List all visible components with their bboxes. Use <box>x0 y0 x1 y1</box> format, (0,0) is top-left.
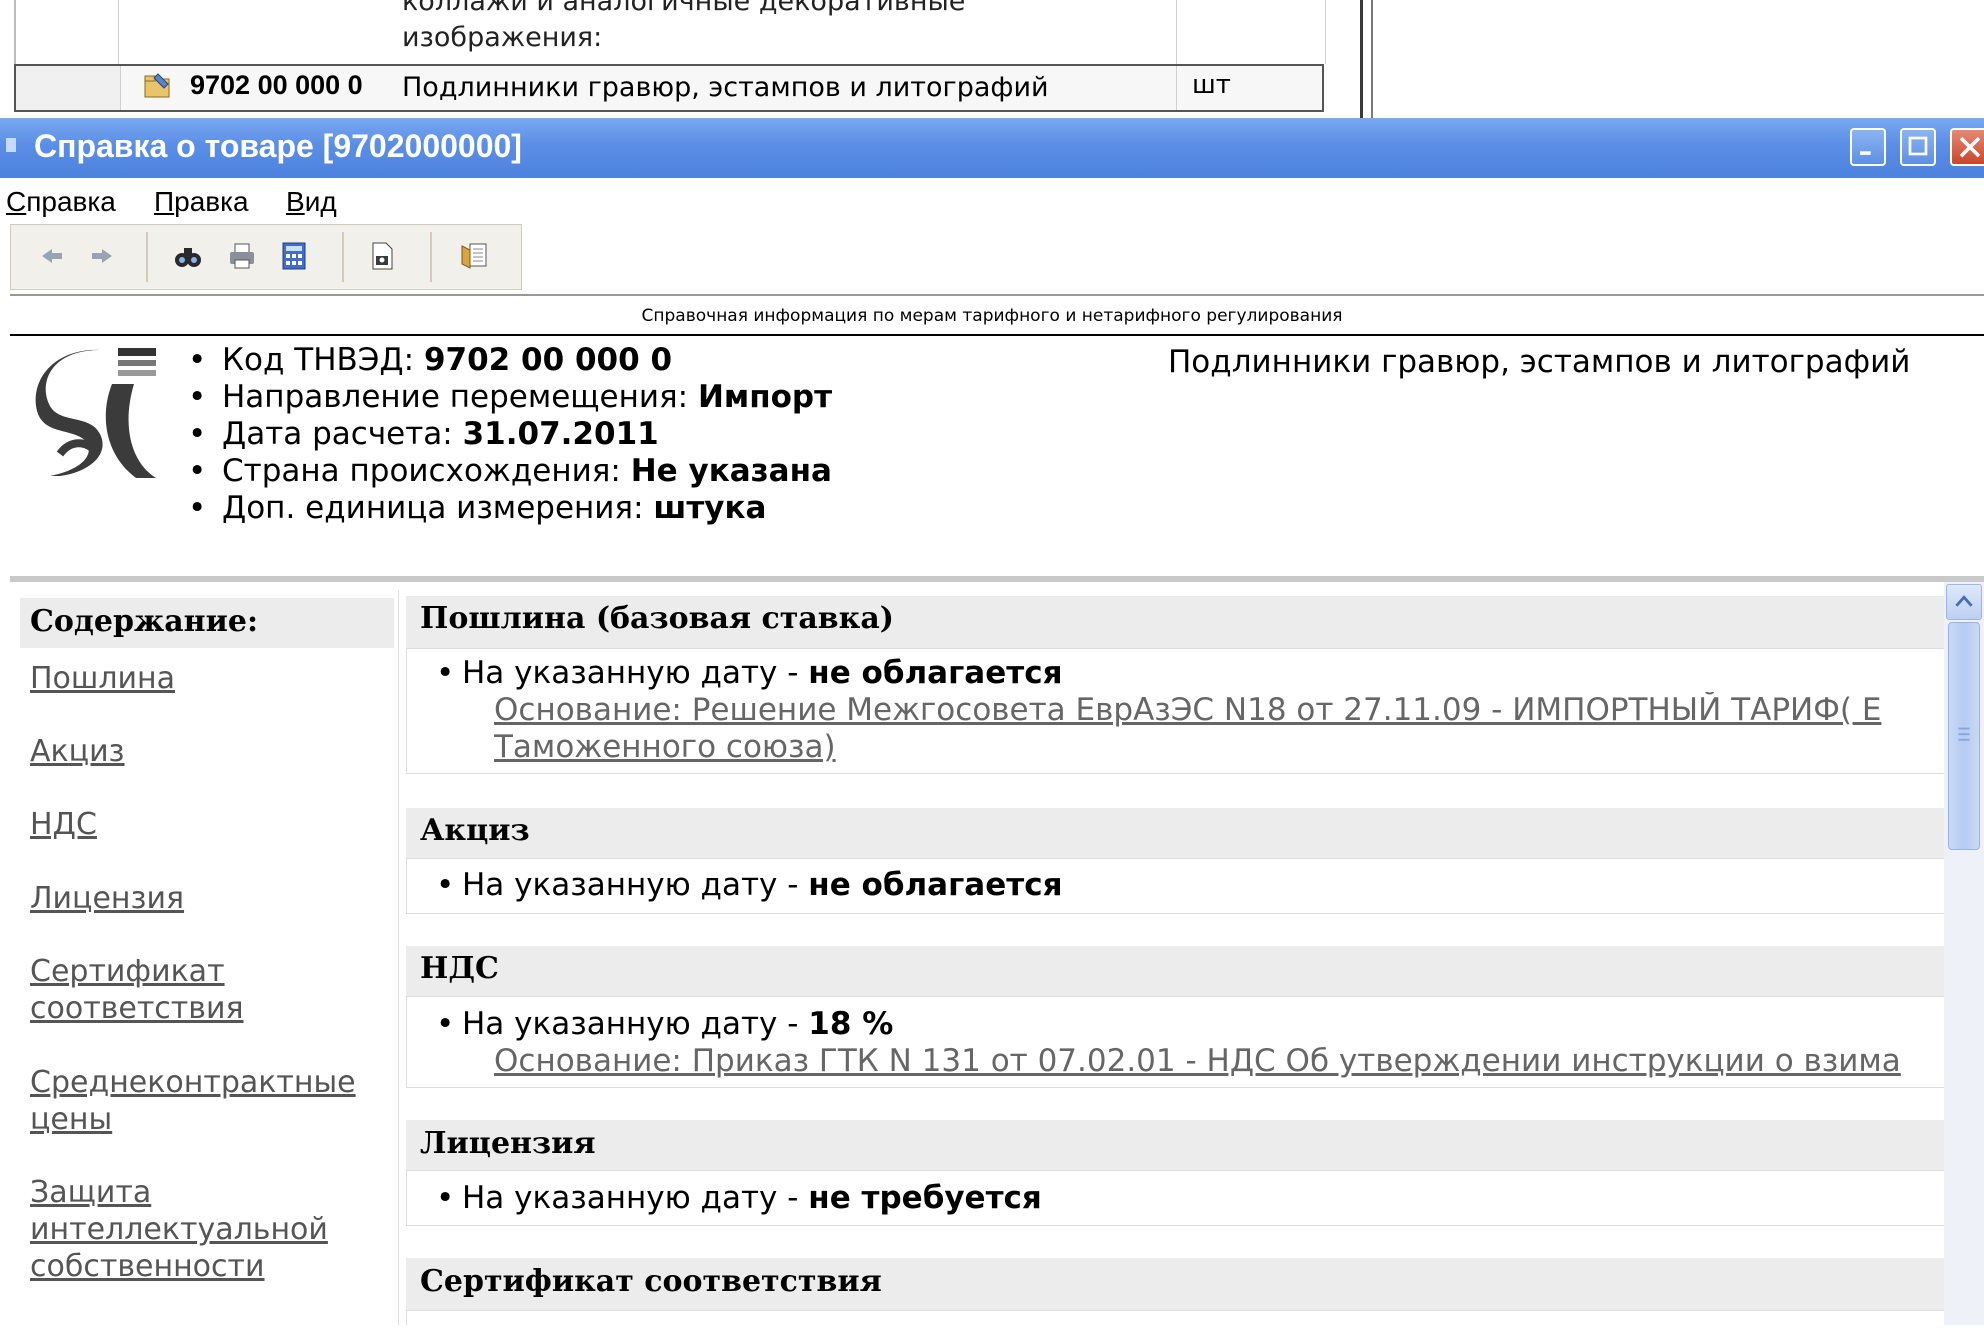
scrollbar-thumb[interactable] <box>1948 622 1980 850</box>
section-header-excise <box>406 808 1946 860</box>
toolbar-separator <box>430 232 432 282</box>
chevron-up-icon <box>1955 595 1973 607</box>
section-body-certificate <box>406 1310 1946 1325</box>
maximize-button[interactable] <box>1900 128 1936 166</box>
info-direction: Направление перемещения: Импорт <box>184 379 832 416</box>
menu-pravka[interactable]: Правка <box>154 186 249 218</box>
product-name-cell: Подлинники гравюр, эстампов и литографий <box>402 72 1049 103</box>
vat-basis-link[interactable]: Основание: Приказ ГТК N 131 от 07.02.01 … <box>494 1043 1944 1080</box>
info-unit: Доп. единица измерения: штука <box>184 490 832 527</box>
section-title-excise: Акциз <box>420 813 530 848</box>
customs-logo <box>30 344 160 484</box>
grip-icon <box>1958 727 1970 741</box>
scroll-up-button[interactable] <box>1946 584 1982 620</box>
info-tnved: Код ТНВЭД: 9702 00 000 0 <box>184 342 832 379</box>
toolbar-separator <box>146 232 148 282</box>
info-list: Код ТНВЭД: 9702 00 000 0 Направление пер… <box>184 342 832 527</box>
toolbar-separator <box>342 232 344 282</box>
toc-link-certificate[interactable]: Сертификат соответствия <box>30 953 244 1027</box>
toc-link-ip-protection[interactable]: Защита интеллектуальной собственности <box>30 1174 328 1285</box>
duty-basis-link[interactable]: Основание: Решение Межгосовета ЕврАзЭС N… <box>494 692 1944 766</box>
export-icon[interactable] <box>458 240 490 272</box>
toc-link-excise[interactable]: Акциз <box>30 733 125 770</box>
window-icon <box>6 138 16 152</box>
reference-title: Справочная информация по мерам тарифного… <box>641 306 1343 326</box>
excise-rate-line: • На указанную дату - не облагается <box>436 867 1063 903</box>
calculator-icon[interactable] <box>278 240 310 272</box>
toc-link-license[interactable]: Лицензия <box>30 880 184 917</box>
section-header-license <box>406 1120 1946 1172</box>
tnved-code: 9702 00 000 0 <box>190 70 363 100</box>
table-cell <box>16 66 121 110</box>
menu-vid[interactable]: Вид <box>286 186 337 218</box>
section-title-vat: НДС <box>420 951 499 986</box>
forward-arrow-icon[interactable] <box>86 240 118 272</box>
license-line: • На указанную дату - не требуется <box>436 1180 1042 1216</box>
close-button[interactable] <box>1950 128 1984 166</box>
section-title-duty: Пошлина (базовая ставка) <box>420 601 894 636</box>
folder-edit-icon <box>144 73 170 98</box>
section-title-license: Лицензия <box>420 1126 596 1161</box>
info-country: Страна происхождения: Не указана <box>184 453 832 490</box>
toc-link-vat[interactable]: НДС <box>30 806 97 843</box>
maximize-icon <box>1908 136 1928 156</box>
toc-link-avg-prices[interactable]: Среднеконтрактные цены <box>30 1064 356 1138</box>
table-cell <box>1176 0 1326 64</box>
minimize-icon <box>1859 151 1871 155</box>
table-cell-text: коллажи и аналогичные декоративные <box>402 0 966 17</box>
info-date: Дата расчета: 31.07.2011 <box>184 416 832 453</box>
divider <box>1371 0 1373 118</box>
window-title: Справка о товаре [9702000000] <box>34 128 522 164</box>
vat-rate-line: • На указанную дату - 18 % <box>436 1006 894 1042</box>
product-name: Подлинники гравюр, эстампов и литографий <box>1168 344 1911 380</box>
section-title-certificate: Сертификат соответствия <box>420 1264 882 1299</box>
unit-cell: шт <box>1192 70 1231 100</box>
background-table: коллажи и аналогичные декоративные изобр… <box>0 0 1984 118</box>
minimize-button[interactable] <box>1850 128 1886 166</box>
back-arrow-icon[interactable] <box>36 240 68 272</box>
toc-link-duty[interactable]: Пошлина <box>30 660 175 697</box>
close-icon <box>1959 136 1981 158</box>
document-icon[interactable] <box>366 240 398 272</box>
table-cell-text: изображения: <box>402 22 603 53</box>
print-icon[interactable] <box>226 240 258 272</box>
menu-spravka[interactable]: Справка <box>6 186 116 218</box>
divider <box>10 294 1984 296</box>
table-cell <box>14 0 119 64</box>
section-header-vat <box>406 946 1946 998</box>
toc-title: Содержание: <box>30 604 259 639</box>
duty-rate-line: • На указанную дату - не облагается <box>436 655 1063 691</box>
find-icon[interactable] <box>172 240 204 272</box>
divider <box>10 334 1984 336</box>
divider <box>1360 0 1363 118</box>
